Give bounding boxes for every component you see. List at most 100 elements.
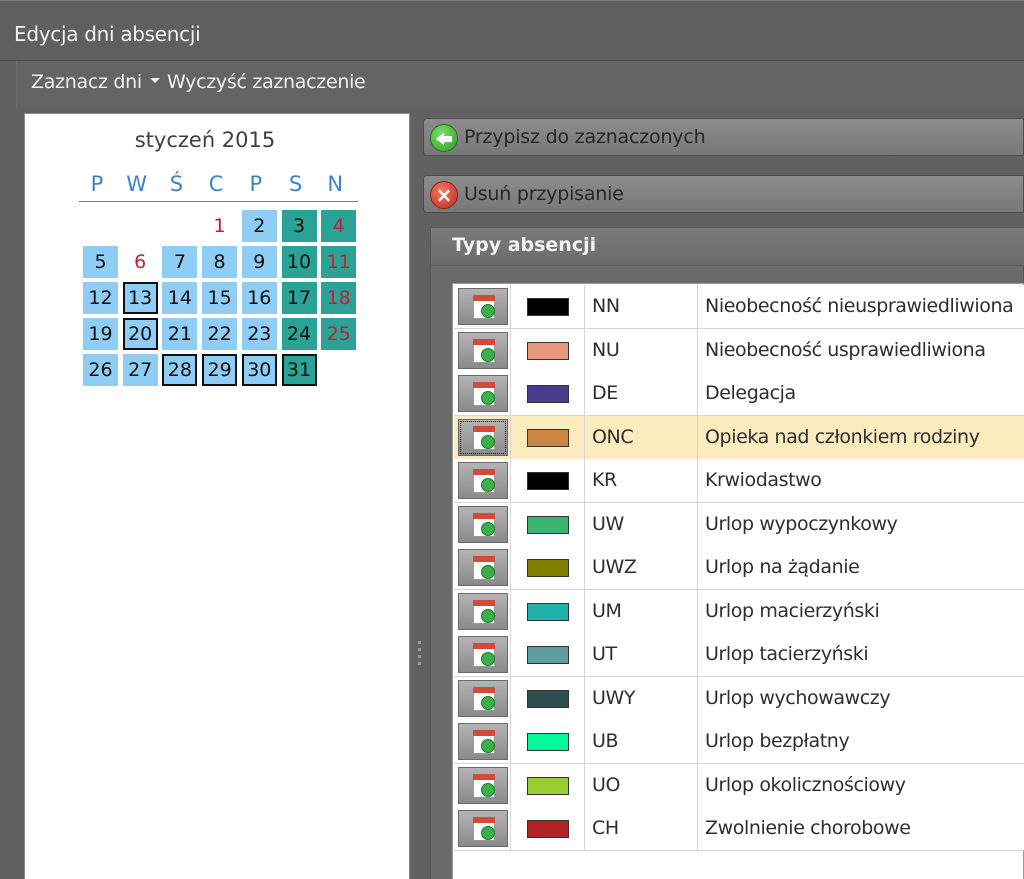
assign-type-button[interactable] bbox=[458, 549, 508, 586]
calendar-month-label[interactable]: styczeń 2015 bbox=[135, 128, 276, 152]
window-title: Edycja dni absencji bbox=[14, 22, 201, 46]
assign-type-button[interactable] bbox=[458, 462, 508, 499]
calendar-add-icon bbox=[473, 773, 495, 798]
weekday-label: S bbox=[288, 172, 303, 196]
color-swatch bbox=[527, 515, 569, 534]
absence-type-row[interactable]: UT Urlop tacierzyński bbox=[454, 633, 1024, 677]
assign-type-button[interactable] bbox=[458, 723, 508, 760]
absence-type-row[interactable]: UB Urlop bezpłatny bbox=[454, 720, 1024, 764]
absence-type-row[interactable]: ONC Opieka nad członkiem rodziny bbox=[454, 415, 1024, 460]
absence-name: Urlop macierzyński bbox=[705, 599, 880, 622]
absence-name: Urlop bezpłatny bbox=[705, 730, 850, 752]
calendar-day[interactable]: 5 bbox=[83, 246, 118, 278]
color-swatch bbox=[527, 298, 569, 316]
calendar-day[interactable]: 29 bbox=[202, 354, 238, 386]
color-swatch bbox=[527, 776, 569, 795]
calendar-day[interactable]: 12 bbox=[83, 282, 118, 314]
calendar-day[interactable]: 6 bbox=[123, 246, 158, 278]
calendar-day[interactable]: 22 bbox=[202, 318, 238, 350]
calendar-day[interactable]: 10 bbox=[281, 246, 317, 278]
calendar-day[interactable]: 28 bbox=[162, 354, 198, 386]
assign-type-button[interactable] bbox=[458, 592, 508, 630]
color-swatch bbox=[527, 472, 569, 490]
calendar-day[interactable]: 24 bbox=[281, 318, 317, 350]
calendar-day[interactable]: 11 bbox=[321, 246, 357, 278]
absence-type-row[interactable]: DE Delegacja bbox=[454, 372, 1024, 416]
calendar-day[interactable]: 17 bbox=[281, 282, 317, 314]
absence-type-row[interactable]: UM Urlop macierzyński bbox=[454, 589, 1024, 634]
calendar-day[interactable]: 9 bbox=[241, 246, 277, 278]
absence-type-row[interactable]: UWY Urlop wychowawczy bbox=[454, 676, 1024, 721]
absence-type-row[interactable]: UO Urlop okolicznościowy bbox=[454, 763, 1024, 808]
absence-type-row[interactable]: CH Zwolnienie chorobowe bbox=[454, 807, 1024, 851]
color-swatch bbox=[527, 559, 569, 577]
calendar-day[interactable]: 27 bbox=[122, 354, 158, 386]
splitter-handle[interactable] bbox=[418, 641, 422, 675]
absence-type-row[interactable]: UWZ Urlop na żądanie bbox=[454, 546, 1024, 590]
calendar-add-icon bbox=[473, 338, 495, 363]
absence-type-row[interactable]: UW Urlop wypoczynkowy bbox=[454, 502, 1024, 547]
calendar-day[interactable]: 19 bbox=[83, 318, 118, 350]
calendar-add-icon bbox=[473, 730, 495, 754]
calendar-day[interactable]: 15 bbox=[202, 282, 238, 314]
absence-code: UWZ bbox=[592, 556, 637, 578]
remove-assignment-button[interactable]: × Usuń przypisanie bbox=[423, 175, 1024, 213]
weekday-label: P bbox=[249, 172, 263, 196]
calendar-day[interactable]: 20 bbox=[122, 318, 158, 350]
calendar-day[interactable]: 14 bbox=[162, 282, 198, 314]
assign-type-button[interactable] bbox=[458, 418, 508, 456]
assign-type-button[interactable] bbox=[458, 766, 508, 804]
absence-type-row[interactable]: KR Krwiodastwo bbox=[454, 459, 1024, 503]
absence-name: Opieka nad członkiem rodziny bbox=[705, 425, 980, 448]
weekday-label: C bbox=[208, 172, 224, 196]
calendar-day[interactable]: 23 bbox=[241, 318, 277, 350]
weekday-label: P bbox=[90, 172, 104, 196]
assign-type-button[interactable] bbox=[458, 810, 508, 847]
assign-type-button[interactable] bbox=[458, 636, 508, 673]
calendar-add-icon bbox=[473, 469, 495, 493]
absence-type-row[interactable]: NN Nieobecność nieusprawiedliwiona bbox=[454, 285, 1024, 329]
absence-name: Krwiodastwo bbox=[705, 469, 822, 491]
absence-name: Urlop wychowawczy bbox=[705, 686, 891, 709]
select-days-dropdown[interactable]: Zaznacz dni bbox=[31, 71, 160, 93]
assign-type-button[interactable] bbox=[458, 375, 508, 412]
panel-header: Typy absencji bbox=[431, 228, 1024, 266]
calendar-day[interactable]: 16 bbox=[241, 282, 277, 314]
absence-name: Urlop tacierzyński bbox=[705, 643, 869, 665]
color-swatch bbox=[527, 689, 569, 708]
calendar-day[interactable]: 31 bbox=[281, 354, 317, 386]
calendar-day[interactable]: 2 bbox=[241, 210, 277, 242]
absence-code: UB bbox=[592, 730, 619, 752]
absence-name: Urlop wypoczynkowy bbox=[705, 512, 898, 535]
calendar-day[interactable]: 1 bbox=[202, 210, 237, 242]
close-icon: × bbox=[430, 181, 458, 209]
assign-label: Przypisz do zaznaczonych bbox=[464, 126, 706, 148]
calendar-day[interactable]: 18 bbox=[321, 282, 357, 314]
calendar-day[interactable]: 30 bbox=[241, 354, 277, 386]
absence-name: Zwolnienie chorobowe bbox=[705, 817, 911, 839]
calendar-day[interactable]: 25 bbox=[321, 318, 357, 350]
calendar-day[interactable]: 3 bbox=[281, 210, 317, 242]
calendar-day[interactable]: 7 bbox=[162, 246, 198, 278]
calendar-day[interactable]: 4 bbox=[321, 210, 357, 242]
absence-code: UO bbox=[592, 773, 621, 796]
assign-type-button[interactable] bbox=[458, 505, 508, 543]
calendar-day[interactable]: 21 bbox=[162, 318, 198, 350]
assign-type-button[interactable] bbox=[458, 679, 508, 717]
assign-to-selected-button[interactable]: Przypisz do zaznaczonych bbox=[423, 118, 1024, 156]
calendar-header: styczeń 2015 bbox=[25, 128, 409, 152]
absence-name: Nieobecność usprawiedliwiona bbox=[705, 338, 986, 361]
assign-type-button[interactable] bbox=[458, 288, 508, 325]
calendar: styczeń 2015 PWŚCPSN 1 2 3 4 5 6 7 8 9 10 11 12 13 14… bbox=[24, 113, 410, 879]
absence-name: Nieobecność nieusprawiedliwiona bbox=[705, 295, 1014, 317]
assign-type-button[interactable] bbox=[458, 331, 508, 369]
absence-code: UM bbox=[592, 599, 622, 622]
calendar-day[interactable]: 13 bbox=[122, 282, 158, 314]
absence-type-row[interactable]: NU Nieobecność usprawiedliwiona bbox=[454, 328, 1024, 373]
calendar-day[interactable]: 26 bbox=[83, 354, 118, 386]
color-swatch bbox=[527, 428, 569, 447]
calendar-add-icon bbox=[473, 599, 495, 624]
clear-selection-button[interactable]: Wyczyść zaznaczenie bbox=[167, 71, 366, 93]
title-bar: Edycja dni absencji bbox=[0, 1, 1024, 61]
calendar-day[interactable]: 8 bbox=[202, 246, 238, 278]
